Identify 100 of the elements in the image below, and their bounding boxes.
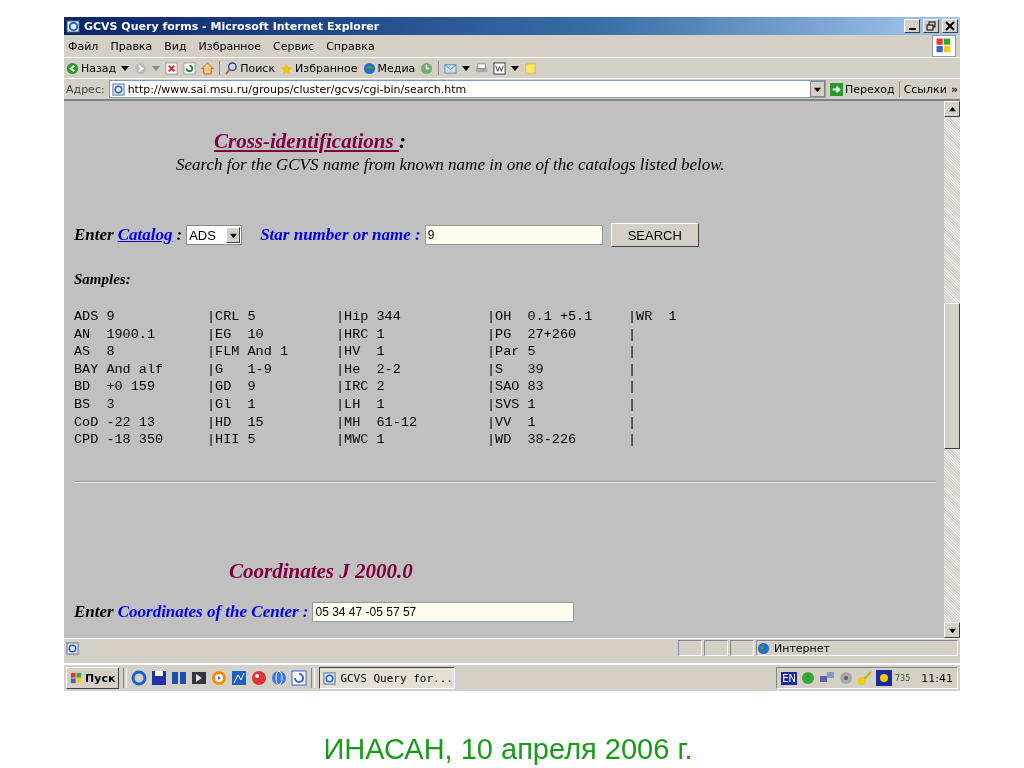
chevron-icon[interactable]: » — [950, 82, 958, 96]
scrollbar[interactable] — [944, 101, 960, 638]
sample-entry: | — [628, 395, 638, 414]
star-label: Star number or name : — [260, 225, 421, 245]
menu-item[interactable]: Сервис — [273, 39, 315, 53]
tray-number: 735 — [895, 673, 911, 683]
language-indicator[interactable]: EN — [781, 671, 797, 685]
links-label[interactable]: Ссылки — [903, 82, 947, 96]
sample-entry: |VV 1 — [487, 413, 537, 432]
section-heading: Coordinates J 2000.0 — [228, 558, 414, 584]
restore-icon — [926, 21, 936, 31]
start-button[interactable]: Пуск — [66, 667, 120, 689]
search-button[interactable]: SEARCH — [610, 223, 699, 247]
status-pane — [678, 640, 702, 656]
enter-label: Enter — [74, 225, 114, 245]
sample-entry: |SVS 1 — [487, 395, 537, 414]
sample-entry: | — [628, 343, 638, 361]
back-button[interactable]: Назад — [66, 61, 117, 75]
go-button[interactable]: Переход — [830, 82, 895, 96]
coordinates-input[interactable]: 05 34 47 -05 57 57 — [312, 601, 575, 622]
favorites-button[interactable]: Избранное — [280, 61, 358, 75]
page-icon — [66, 641, 79, 655]
ball-icon[interactable] — [251, 670, 268, 686]
caret-icon — [229, 231, 237, 239]
catalog-link[interactable]: Catalog — [117, 225, 173, 245]
sample-entry: | — [628, 378, 638, 396]
dropdown-button[interactable] — [810, 81, 825, 97]
search-icon — [225, 61, 239, 75]
sample-entry: |HV 1 — [336, 343, 386, 361]
sample-entry: |Hip 344 — [336, 308, 402, 326]
taskbar-window-button[interactable]: GCVS Query for... — [319, 667, 456, 689]
sample-entry: |CRL 5 — [207, 308, 257, 326]
sample-entry: | — [628, 413, 638, 432]
sample-entry: | — [628, 360, 638, 379]
stop-icon[interactable] — [165, 61, 179, 75]
word-icon[interactable] — [493, 61, 507, 75]
catalog-dropdown[interactable]: ADS — [186, 225, 243, 245]
address-field[interactable]: http://www.sai.msu.ru/groups/cluster/gcvs/cgi-bin/search.htm — [108, 80, 826, 98]
browser-icon — [66, 18, 81, 34]
book-icon[interactable] — [171, 670, 188, 686]
sample-entry: |HRC 1 — [336, 325, 386, 344]
enter-label: Enter — [74, 601, 114, 622]
page-icon — [323, 671, 337, 685]
floppy-icon[interactable] — [151, 670, 168, 686]
section-heading: Cross-identifications — [214, 129, 395, 153]
menu-item[interactable]: Файл — [68, 39, 99, 53]
status-pane — [704, 640, 728, 656]
dropdown-icon[interactable] — [462, 64, 471, 72]
media-button[interactable]: Медиа — [362, 61, 416, 75]
menu-item[interactable]: Вид — [164, 39, 187, 53]
dropdown-icon[interactable] — [121, 64, 130, 72]
zone-label: Интернет — [774, 641, 830, 655]
samples-heading: Samples: — [74, 271, 132, 288]
globe-icon — [757, 641, 770, 655]
down-arrow-icon — [948, 626, 956, 634]
sample-entry: |FLM And 1 — [207, 343, 289, 361]
minimize-icon — [908, 28, 916, 30]
colon-text: : — [398, 129, 406, 153]
sample-entry: AS 8 — [74, 343, 116, 361]
back-arrow-icon — [66, 61, 79, 75]
star-input[interactable]: 9 — [424, 225, 603, 245]
status-pane — [730, 640, 754, 656]
sample-entry: |HD 15 — [207, 413, 265, 432]
dropdown-icon[interactable] — [511, 64, 520, 72]
sample-entry: |MH 61-12 — [336, 413, 418, 432]
sample-entry: AN 1900.1 — [74, 325, 156, 344]
chart-icon[interactable] — [231, 670, 248, 686]
description-text: Search for the GCVS name from known name in one of the catalogs listed below. — [175, 155, 726, 175]
sample-entry: CoD -22 13 — [74, 413, 156, 432]
sample-entry: |GD 9 — [207, 378, 257, 396]
media-icon[interactable] — [191, 670, 208, 686]
close-button[interactable] — [942, 19, 958, 33]
sample-entry: |Gl 1 — [207, 395, 257, 414]
sample-entry: |G 1-9 — [207, 360, 273, 379]
star-icon — [280, 61, 294, 75]
sample-entry: | — [628, 431, 638, 449]
sample-entry: |WD 38-226 — [487, 431, 578, 449]
coordinates-label: Coordinates of the Center : — [117, 601, 309, 622]
refresh-icon[interactable] — [183, 61, 197, 75]
globe-icon[interactable] — [271, 670, 288, 686]
menu-item[interactable]: Избранное — [198, 39, 262, 53]
menu-item[interactable]: Справка — [326, 39, 375, 53]
minimize-button[interactable] — [904, 19, 920, 33]
address-label: Адрес: — [66, 82, 105, 96]
restore-button[interactable] — [923, 19, 939, 33]
sample-entry: ADS 9 — [74, 308, 116, 326]
disc-icon[interactable] — [838, 670, 854, 686]
sample-entry: |Par 5 — [487, 343, 537, 361]
sample-entry: |LH 1 — [336, 395, 386, 414]
page-icon — [111, 82, 125, 96]
history-icon[interactable] — [420, 61, 434, 75]
refresh-icon[interactable] — [291, 670, 308, 686]
window-title: GCVS Query forms - Microsoft Internet Explorer — [84, 19, 380, 33]
globe-icon — [362, 61, 376, 75]
sample-entry: BAY And alf — [74, 360, 165, 379]
menu-item[interactable]: Правка — [110, 39, 153, 53]
arrow-icon — [830, 82, 843, 96]
search-button[interactable]: Поиск — [225, 61, 276, 75]
browser-icon[interactable] — [131, 670, 148, 686]
close-icon — [945, 21, 955, 31]
